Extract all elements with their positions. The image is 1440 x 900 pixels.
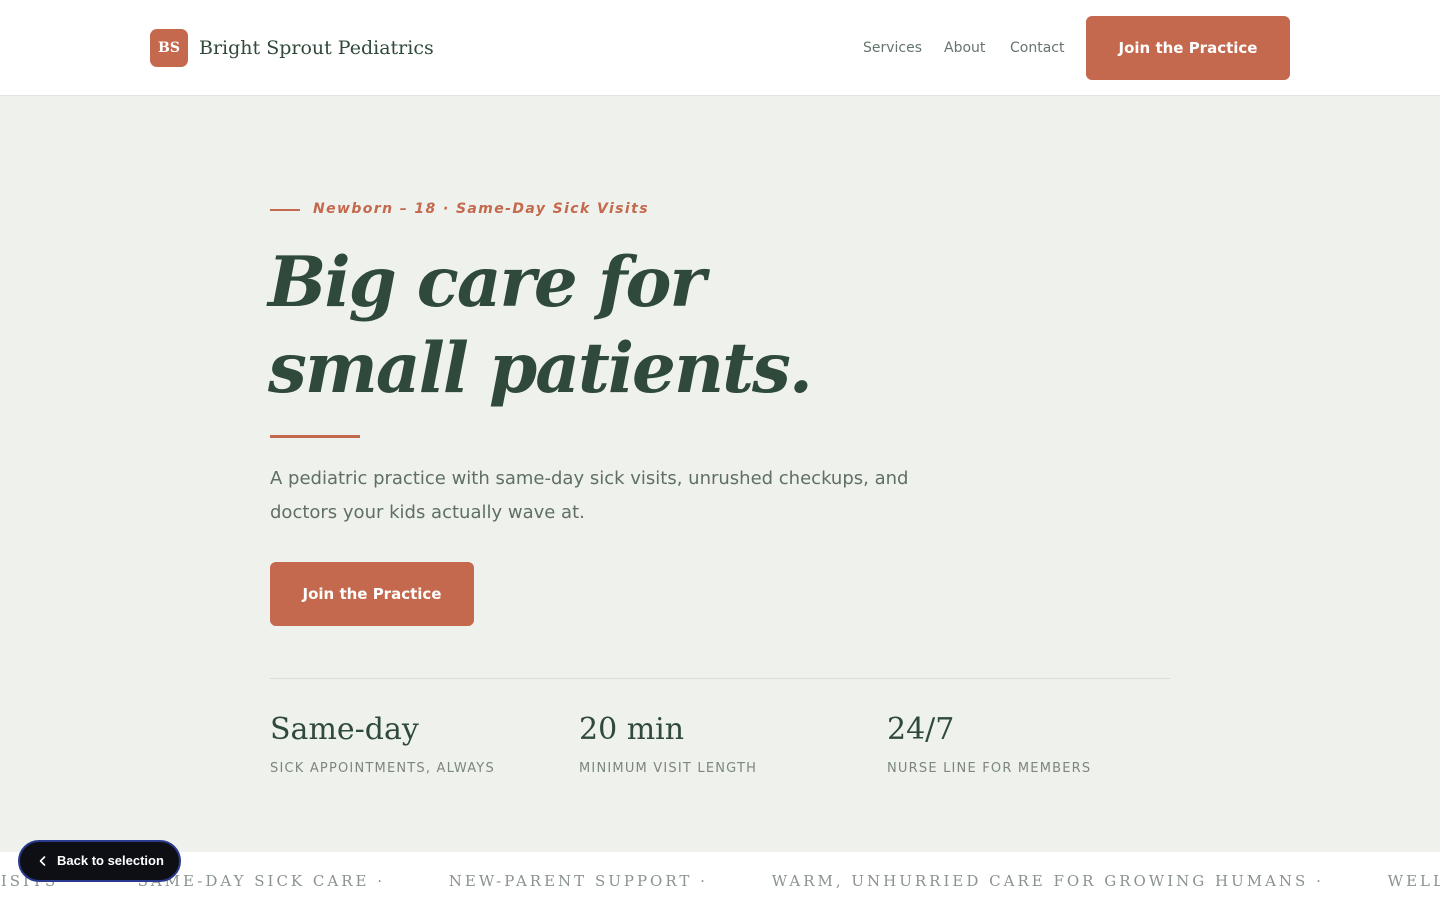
hero-headline-line1: Big care for [268,242,706,323]
back-to-selection-button[interactable]: Back to selection [18,840,181,882]
marquee-item: WELL-CHILD VISITS · [1387,872,1440,890]
eyebrow-rule [270,209,300,211]
marquee-strip: VISITS · SAME-DAY SICK CARE · NEW-PARENT… [0,852,1440,900]
nav-link-about[interactable]: About [944,38,985,58]
brand-name[interactable]: Bright Sprout Pediatrics [199,35,434,61]
hero-description: A pediatric practice with same-day sick … [270,468,909,523]
hero-eyebrow: Newborn – 18 · Same-Day Sick Visits [313,201,649,217]
stat-label: SICK APPOINTMENTS, ALWAYS [270,761,495,776]
site-header: BS Bright Sprout Pediatrics Services Abo… [0,0,1440,96]
stat-visit-length: 20 min MINIMUM VISIT LENGTH [579,710,757,778]
hero-headline-line2: small patients. [268,328,813,409]
headline-underline [270,435,360,438]
marquee-track: VISITS · SAME-DAY SICK CARE · NEW-PARENT… [0,871,1440,891]
stat-value: 20 min [579,712,685,747]
stat-same-day: Same-day SICK APPOINTMENTS, ALWAYS [270,710,495,778]
stat-label: MINIMUM VISIT LENGTH [579,761,758,776]
stat-value: 24/7 [887,712,955,747]
marquee-item: NEW-PARENT SUPPORT · [448,872,708,890]
stat-nurse-line: 24/7 NURSE LINE FOR MEMBERS [887,710,1091,778]
back-button-label: Back to selection [57,853,164,868]
nav-link-contact[interactable]: Contact [1010,38,1064,58]
chevron-left-icon [39,856,46,866]
nav-link-services[interactable]: Services [863,38,922,58]
marquee-item: WARM, UNHURRIED CARE FOR GROWING HUMANS … [771,872,1324,890]
stat-value: Same-day [270,712,419,747]
hero-join-button[interactable]: Join the Practice [270,562,474,626]
stats-divider [270,678,1170,679]
logo-badge[interactable]: BS [150,29,188,67]
header-join-button[interactable]: Join the Practice [1086,16,1290,80]
stat-label: NURSE LINE FOR MEMBERS [887,761,1092,776]
hero-headline: Big care for small patients. [268,240,813,412]
